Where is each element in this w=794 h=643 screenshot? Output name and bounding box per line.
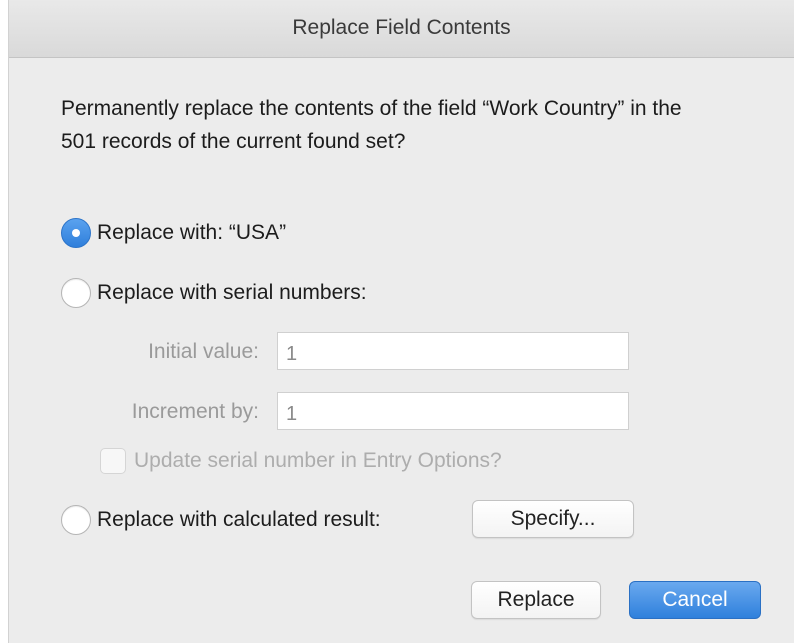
replace-with-radio[interactable] xyxy=(61,218,91,248)
replace-field-contents-dialog: Replace Field Contents Permanently repla… xyxy=(8,0,794,643)
confirmation-message: Permanently replace the contents of the … xyxy=(61,97,682,153)
dialog-title: Replace Field Contents xyxy=(292,16,511,39)
initial-value-label: Initial value: xyxy=(148,340,259,363)
increment-by-field[interactable]: 1 xyxy=(277,392,629,430)
serial-numbers-option[interactable]: Replace with serial numbers: xyxy=(61,278,367,308)
specify-button[interactable]: Specify... xyxy=(472,500,634,538)
title-bar[interactable]: Replace Field Contents xyxy=(9,0,794,58)
serial-numbers-label: Replace with serial numbers: xyxy=(97,281,367,304)
increment-by-label: Increment by: xyxy=(131,400,259,423)
calculated-result-radio[interactable] xyxy=(61,505,91,535)
replace-with-label: Replace with: “USA” xyxy=(97,221,287,244)
serial-numbers-radio[interactable] xyxy=(61,278,91,308)
cancel-button[interactable]: Cancel xyxy=(629,581,761,619)
replace-with-option[interactable]: Replace with: “USA” xyxy=(61,218,286,248)
update-serial-checkbox[interactable] xyxy=(100,448,126,474)
calculated-result-label: Replace with calculated result: xyxy=(97,508,381,531)
calculated-result-option[interactable]: Replace with calculated result: xyxy=(61,505,381,535)
update-serial-label: Update serial number in Entry Options? xyxy=(134,449,502,472)
update-serial-option[interactable]: Update serial number in Entry Options? xyxy=(100,448,502,474)
replace-button[interactable]: Replace xyxy=(471,581,601,619)
initial-value-field[interactable]: 1 xyxy=(277,332,629,370)
